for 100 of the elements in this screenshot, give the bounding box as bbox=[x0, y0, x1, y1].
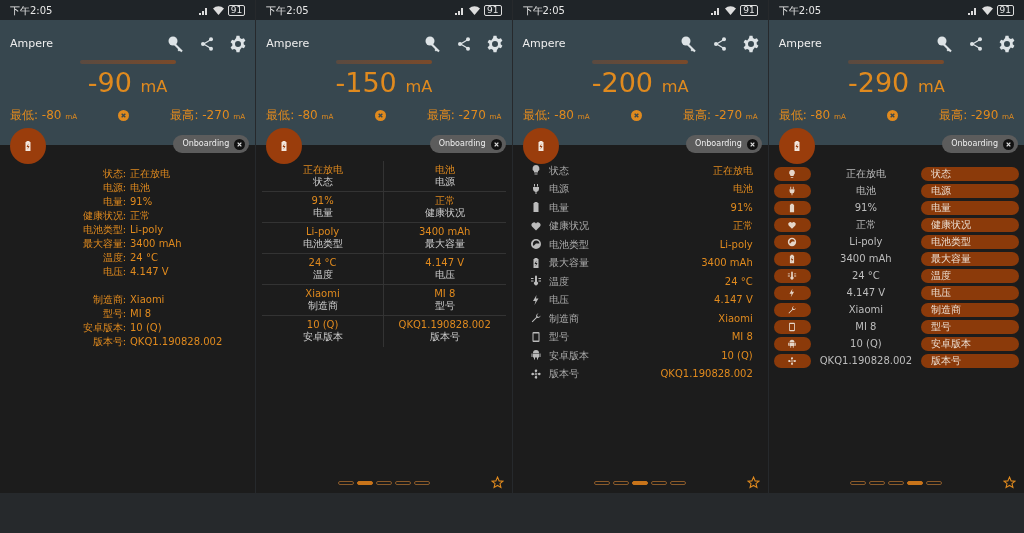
info-label-pill: 电池类型 bbox=[921, 234, 1019, 249]
info-label: 制造商 bbox=[548, 311, 580, 326]
page-indicator[interactable] bbox=[613, 481, 630, 485]
star-icon[interactable] bbox=[746, 476, 760, 489]
app-title: Ampere bbox=[522, 35, 567, 52]
status-time: 下午2:05 bbox=[266, 3, 309, 18]
info-value: 3400 mAh bbox=[130, 237, 183, 251]
settings-icon[interactable] bbox=[741, 35, 760, 53]
battery-indicator: 91 bbox=[740, 4, 758, 16]
info-value: 电池 bbox=[854, 184, 877, 198]
heart-icon bbox=[787, 219, 798, 230]
info-label: 型号: bbox=[102, 307, 126, 321]
fan-icon bbox=[787, 355, 798, 366]
wifi-icon bbox=[725, 5, 737, 15]
page-indicator[interactable] bbox=[632, 481, 649, 485]
settings-icon[interactable] bbox=[485, 35, 504, 53]
close-icon bbox=[234, 138, 246, 150]
battery-button[interactable] bbox=[778, 128, 815, 164]
android-icon bbox=[529, 349, 542, 362]
info-value: 正常 bbox=[854, 218, 877, 232]
info-value: QKQ1.190828.002 bbox=[398, 318, 491, 331]
onboarding-chip[interactable]: Onboarding bbox=[685, 135, 762, 153]
info-label: 温度: bbox=[102, 251, 126, 265]
page-indicator[interactable] bbox=[869, 481, 886, 485]
info-value: 正常 bbox=[434, 194, 455, 207]
info-label: 型号 bbox=[434, 300, 455, 312]
settings-icon[interactable] bbox=[998, 35, 1016, 53]
page-indicator[interactable] bbox=[337, 481, 354, 485]
info-value: 正在放电 bbox=[302, 163, 343, 176]
page-indicator[interactable] bbox=[907, 481, 924, 485]
current-reading: -290 mA bbox=[847, 68, 946, 100]
onboarding-chip[interactable]: Onboarding bbox=[429, 135, 506, 153]
info-label: 温度 bbox=[312, 269, 333, 281]
star-icon[interactable] bbox=[490, 476, 504, 489]
info-label: 电量: bbox=[102, 195, 126, 209]
reset-button[interactable] bbox=[118, 109, 130, 121]
page-indicator[interactable] bbox=[850, 481, 867, 485]
page-indicator[interactable] bbox=[356, 481, 373, 485]
status-time: 下午2:05 bbox=[522, 3, 565, 18]
share-icon[interactable] bbox=[711, 35, 728, 53]
reset-button[interactable] bbox=[887, 109, 899, 121]
gauge-icon bbox=[529, 238, 542, 251]
battery-button[interactable] bbox=[522, 128, 559, 164]
info-value: 91% bbox=[730, 200, 753, 215]
info-value: 正常 bbox=[130, 209, 151, 223]
page-indicator[interactable] bbox=[888, 481, 905, 485]
info-label-pill: 最大容量 bbox=[921, 251, 1019, 266]
info-value: 正在放电 bbox=[844, 167, 887, 181]
page-indicator[interactable] bbox=[375, 481, 392, 485]
reset-button[interactable] bbox=[630, 109, 642, 121]
info-value: Xiaomi bbox=[130, 293, 166, 307]
status-time: 下午2:05 bbox=[778, 3, 822, 18]
info-label-pill: 温度 bbox=[921, 268, 1019, 283]
signal-icon bbox=[454, 5, 466, 15]
page-indicator[interactable] bbox=[926, 481, 943, 485]
info-value: 3400 mAh bbox=[701, 256, 753, 271]
onboarding-chip[interactable]: Onboarding bbox=[942, 135, 1018, 153]
page-indicator[interactable] bbox=[394, 481, 411, 485]
info-label: 电源 bbox=[434, 176, 455, 188]
onboarding-chip[interactable]: Onboarding bbox=[173, 135, 250, 153]
info-value: MI 8 bbox=[130, 307, 153, 321]
info-value: MI 8 bbox=[854, 320, 878, 334]
battery-button[interactable] bbox=[10, 128, 46, 164]
info-value: 91% bbox=[853, 201, 878, 215]
info-value: MI 8 bbox=[731, 330, 753, 345]
info-value: Xiaomi bbox=[847, 303, 885, 317]
page-indicator[interactable] bbox=[670, 481, 687, 485]
info-value: 电池 bbox=[732, 182, 753, 197]
share-icon[interactable] bbox=[455, 35, 472, 53]
info-label: 版本号 bbox=[429, 331, 460, 343]
battery-indicator: 91 bbox=[227, 4, 246, 16]
info-value: Li-poly bbox=[130, 223, 165, 237]
share-icon[interactable] bbox=[968, 35, 984, 53]
info-label: 电源: bbox=[102, 181, 126, 195]
info-label: 状态 bbox=[548, 163, 570, 178]
page-indicator[interactable] bbox=[594, 481, 611, 485]
info-label: 电量 bbox=[312, 207, 333, 219]
signal-icon bbox=[710, 5, 722, 15]
heart-icon bbox=[529, 219, 542, 232]
page-indicator[interactable] bbox=[651, 481, 668, 485]
info-value: 电池 bbox=[434, 163, 455, 176]
info-value: 24 °C bbox=[130, 251, 159, 265]
plug-icon bbox=[787, 185, 798, 196]
signal-icon bbox=[966, 5, 978, 15]
settings-icon[interactable] bbox=[229, 35, 248, 53]
info-label: 状态: bbox=[102, 167, 126, 181]
info-value: 正常 bbox=[732, 219, 753, 234]
page-indicator[interactable] bbox=[413, 481, 430, 485]
reset-button[interactable] bbox=[374, 109, 386, 121]
info-label-pill: 版本号 bbox=[921, 353, 1019, 368]
info-value: 10 (Q) bbox=[849, 337, 883, 351]
share-icon[interactable] bbox=[199, 35, 216, 53]
info-label: 最大容量: bbox=[82, 237, 126, 251]
gauge-icon bbox=[787, 236, 798, 247]
wrench-icon bbox=[529, 312, 542, 325]
star-icon[interactable] bbox=[1003, 476, 1016, 489]
info-value: 10 (Q) bbox=[721, 348, 753, 363]
battery-button[interactable] bbox=[266, 128, 303, 164]
info-value: Li-poly bbox=[306, 225, 340, 238]
info-value: 10 (Q) bbox=[130, 321, 163, 335]
